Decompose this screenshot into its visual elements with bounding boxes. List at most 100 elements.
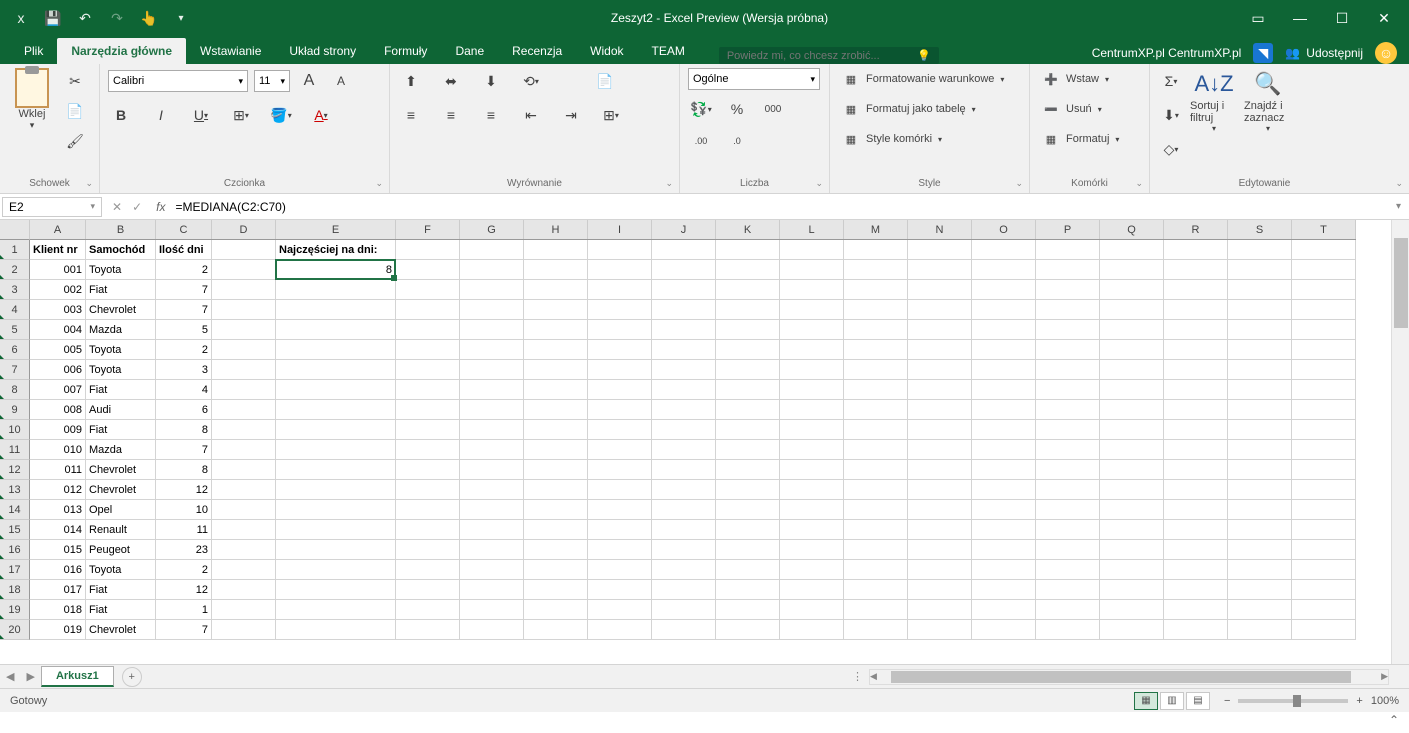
cell[interactable] bbox=[396, 280, 460, 300]
tab-wstawianie[interactable]: Wstawianie bbox=[186, 38, 275, 64]
cell[interactable] bbox=[524, 340, 588, 360]
cell[interactable] bbox=[844, 400, 908, 420]
col-header[interactable]: Q bbox=[1100, 220, 1164, 239]
hscroll-thumb[interactable] bbox=[891, 671, 1351, 683]
cell[interactable]: Fiat bbox=[86, 280, 156, 300]
cell[interactable] bbox=[1292, 520, 1356, 540]
cell[interactable] bbox=[1164, 420, 1228, 440]
cell[interactable]: 011 bbox=[30, 460, 86, 480]
cell[interactable] bbox=[276, 580, 396, 600]
vertical-scrollbar[interactable] bbox=[1391, 220, 1409, 664]
cell[interactable] bbox=[396, 600, 460, 620]
decrease-decimal-icon[interactable]: .0 bbox=[724, 128, 750, 154]
cell[interactable]: 008 bbox=[30, 400, 86, 420]
cell[interactable] bbox=[524, 440, 588, 460]
fx-icon[interactable]: fx bbox=[150, 200, 171, 214]
cell[interactable] bbox=[460, 600, 524, 620]
cell[interactable] bbox=[212, 280, 276, 300]
clear-icon[interactable]: ◇▾ bbox=[1158, 136, 1184, 162]
cell[interactable] bbox=[780, 260, 844, 280]
row-header[interactable]: 16 bbox=[0, 540, 30, 560]
cell[interactable]: 23 bbox=[156, 540, 212, 560]
insert-cells-button[interactable]: ➕Wstaw▾ bbox=[1038, 68, 1141, 90]
cell[interactable] bbox=[716, 480, 780, 500]
cell[interactable] bbox=[1164, 540, 1228, 560]
cell[interactable] bbox=[908, 560, 972, 580]
cell[interactable] bbox=[588, 460, 652, 480]
cell[interactable] bbox=[588, 400, 652, 420]
cell[interactable]: 013 bbox=[30, 500, 86, 520]
cell[interactable] bbox=[908, 460, 972, 480]
cell[interactable] bbox=[588, 420, 652, 440]
cell[interactable] bbox=[908, 240, 972, 260]
align-middle-icon[interactable]: ⬌ bbox=[438, 68, 464, 94]
col-header[interactable]: J bbox=[652, 220, 716, 239]
cell[interactable]: 10 bbox=[156, 500, 212, 520]
cell[interactable] bbox=[460, 400, 524, 420]
align-top-icon[interactable]: ⬆ bbox=[398, 68, 424, 94]
cell[interactable] bbox=[276, 620, 396, 640]
cell[interactable] bbox=[1228, 360, 1292, 380]
cell[interactable] bbox=[212, 380, 276, 400]
cell[interactable] bbox=[524, 420, 588, 440]
cell[interactable] bbox=[1228, 260, 1292, 280]
cell[interactable] bbox=[212, 480, 276, 500]
row-header[interactable]: 19 bbox=[0, 600, 30, 620]
cell[interactable] bbox=[524, 500, 588, 520]
cell[interactable]: Chevrolet bbox=[86, 480, 156, 500]
cell[interactable]: Klient nr bbox=[30, 240, 86, 260]
cell[interactable] bbox=[212, 520, 276, 540]
cell[interactable] bbox=[588, 320, 652, 340]
cell[interactable] bbox=[212, 620, 276, 640]
cell[interactable] bbox=[652, 460, 716, 480]
cell[interactable] bbox=[780, 280, 844, 300]
cell[interactable] bbox=[276, 340, 396, 360]
cell[interactable] bbox=[844, 520, 908, 540]
cell[interactable] bbox=[972, 560, 1036, 580]
cell[interactable] bbox=[276, 420, 396, 440]
cell[interactable] bbox=[972, 520, 1036, 540]
paste-button[interactable]: Wklej ▾ bbox=[8, 68, 56, 131]
cell[interactable] bbox=[908, 580, 972, 600]
redo-icon[interactable]: ↷ bbox=[108, 9, 126, 27]
cell[interactable] bbox=[972, 300, 1036, 320]
cell[interactable] bbox=[844, 460, 908, 480]
cell[interactable] bbox=[1164, 460, 1228, 480]
cell[interactable] bbox=[972, 580, 1036, 600]
cell[interactable] bbox=[652, 240, 716, 260]
share-button[interactable]: 👥 Udostępnij bbox=[1285, 46, 1363, 60]
cell[interactable]: 010 bbox=[30, 440, 86, 460]
cell[interactable] bbox=[1164, 300, 1228, 320]
cell[interactable] bbox=[1228, 440, 1292, 460]
cell[interactable] bbox=[460, 560, 524, 580]
italic-button[interactable]: I bbox=[148, 102, 174, 128]
cell[interactable] bbox=[908, 300, 972, 320]
conditional-formatting-button[interactable]: ▦Formatowanie warunkowe▾ bbox=[838, 68, 1021, 90]
cell[interactable]: 003 bbox=[30, 300, 86, 320]
cell[interactable] bbox=[212, 340, 276, 360]
cell[interactable] bbox=[1228, 580, 1292, 600]
row-header[interactable]: 5 bbox=[0, 320, 30, 340]
cell[interactable]: Peugeot bbox=[86, 540, 156, 560]
cell[interactable] bbox=[396, 420, 460, 440]
cell[interactable] bbox=[1228, 620, 1292, 640]
cell[interactable] bbox=[276, 460, 396, 480]
tell-me-box[interactable]: 💡 bbox=[719, 47, 939, 64]
cell[interactable] bbox=[396, 300, 460, 320]
cell[interactable] bbox=[972, 440, 1036, 460]
cell[interactable] bbox=[1164, 260, 1228, 280]
cell[interactable] bbox=[716, 620, 780, 640]
cell[interactable] bbox=[1228, 540, 1292, 560]
cell[interactable] bbox=[652, 360, 716, 380]
cell[interactable] bbox=[524, 580, 588, 600]
cell[interactable] bbox=[396, 500, 460, 520]
cell[interactable] bbox=[844, 600, 908, 620]
cell[interactable] bbox=[780, 560, 844, 580]
col-header[interactable]: L bbox=[780, 220, 844, 239]
cell[interactable] bbox=[396, 620, 460, 640]
cell[interactable] bbox=[524, 480, 588, 500]
cell[interactable]: 006 bbox=[30, 360, 86, 380]
cell[interactable]: 8 bbox=[156, 460, 212, 480]
cell[interactable] bbox=[1292, 400, 1356, 420]
cell[interactable]: 2 bbox=[156, 260, 212, 280]
